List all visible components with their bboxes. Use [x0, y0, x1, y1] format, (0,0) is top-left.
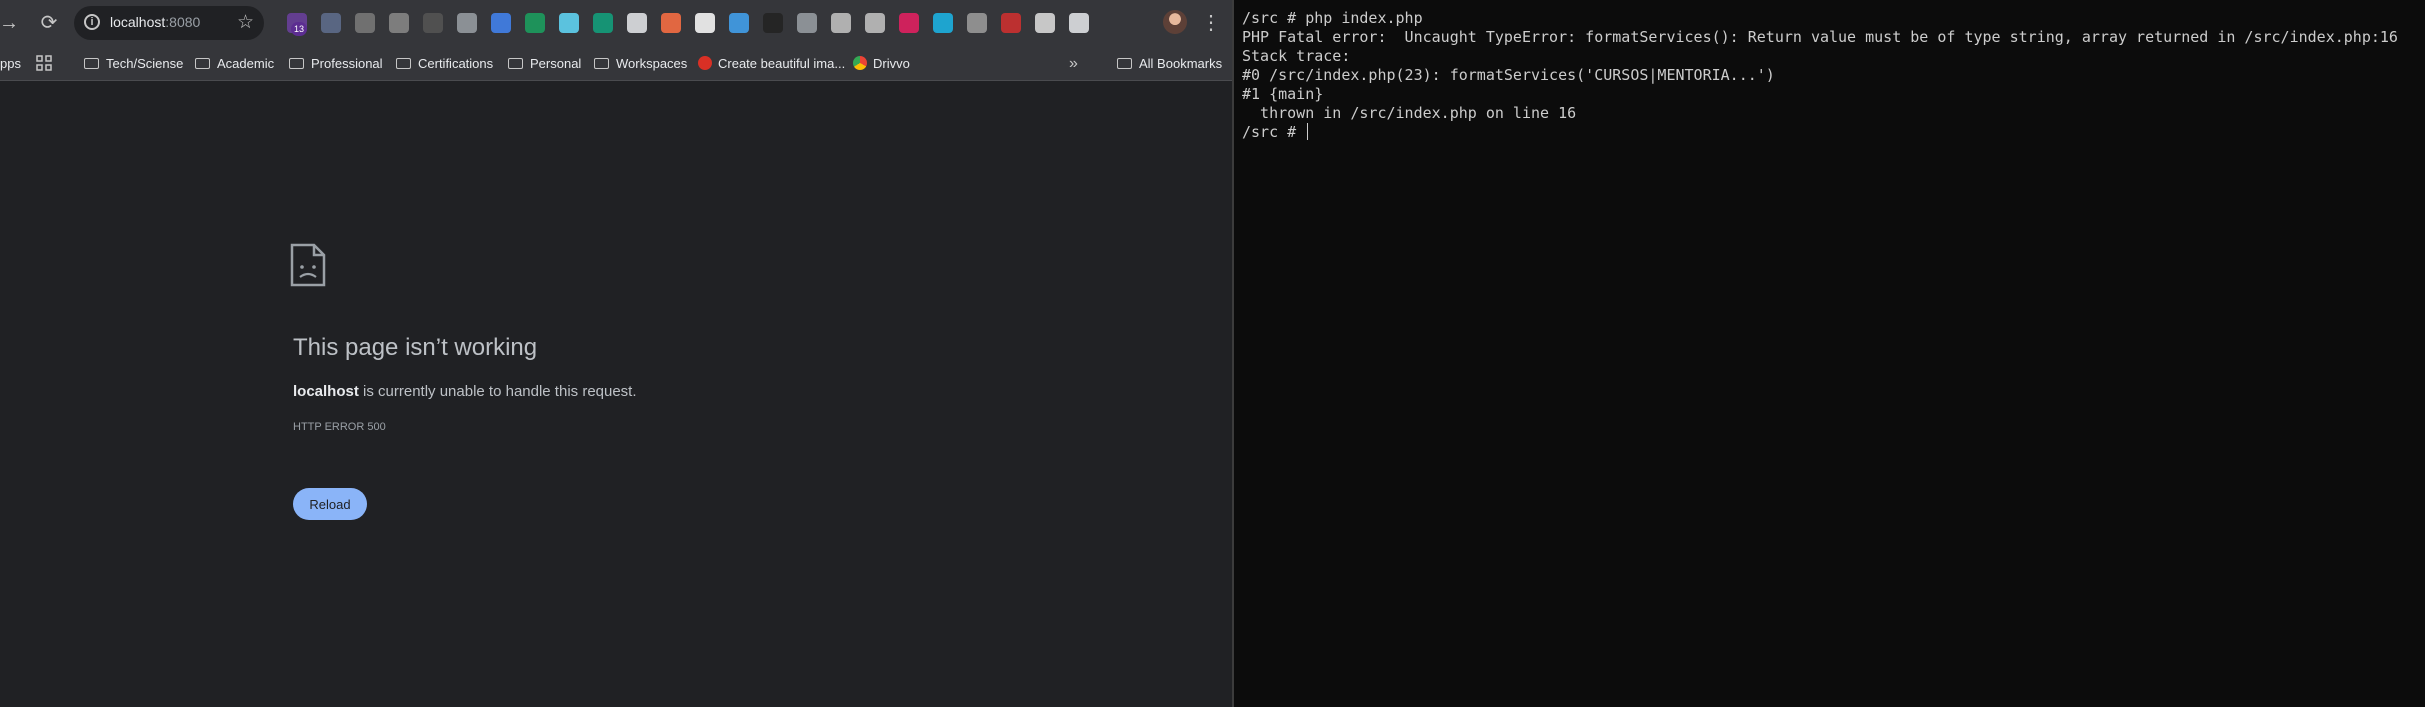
vimeo-extension-icon[interactable] — [933, 13, 953, 33]
folder-icon — [508, 58, 523, 69]
camera-extension-icon[interactable] — [389, 13, 409, 33]
bookmark-drivvo[interactable]: Drivvo — [853, 54, 910, 74]
translate-extension-icon[interactable] — [491, 13, 511, 33]
bookmark-folder-certifications[interactable]: Certifications — [396, 54, 493, 74]
vue-extension-icon[interactable] — [831, 13, 851, 33]
robot-extension-icon[interactable] — [321, 13, 341, 33]
folder-icon — [84, 58, 99, 69]
error-message: is currently unable to handle this reque… — [358, 383, 637, 400]
bookmark-label: Create beautiful ima... — [718, 56, 846, 71]
terminal-output: /src # php index.php PHP Fatal error: Unc… — [1242, 9, 2398, 142]
url-port: :8080 — [165, 14, 201, 30]
fire-extension-icon[interactable] — [661, 13, 681, 33]
reload-button[interactable]: Reload — [293, 488, 367, 520]
address-bar[interactable]: i localhost:8080 ☆ — [74, 6, 264, 40]
refresh-icon[interactable]: ⟳ — [36, 10, 62, 36]
js-extension-icon[interactable] — [525, 13, 545, 33]
bookmark-label: Professional — [311, 56, 383, 71]
browser-toolbar: → ⟳ i localhost:8080 ☆ 13 ⋮ — [0, 0, 1232, 46]
pdf-extension-icon[interactable] — [1001, 13, 1021, 33]
folder-icon — [396, 58, 411, 69]
menu-kebab-icon[interactable]: ⋮ — [1201, 10, 1221, 36]
chatgpt-extension-icon[interactable] — [593, 13, 613, 33]
sad-page-icon — [290, 243, 326, 287]
folder-icon — [289, 58, 304, 69]
error-code: HTTP ERROR 500 — [293, 421, 386, 433]
bookmark-label: Tech/Sciense — [106, 56, 184, 71]
bookmark-label: Certifications — [418, 56, 494, 71]
url-text[interactable]: localhost:8080 — [110, 14, 200, 30]
profile-avatar[interactable] — [1163, 10, 1187, 34]
folder-icon — [594, 58, 609, 69]
react-extension-icon[interactable] — [559, 13, 579, 33]
terminal-line: /src # php index.php — [1242, 9, 1423, 27]
terminal-line: #1 {main} — [1242, 85, 1324, 103]
site-icon — [698, 56, 712, 70]
apps-grid-icon[interactable] — [36, 54, 52, 74]
target-extension-icon[interactable] — [865, 13, 885, 33]
folder-icon — [195, 58, 210, 69]
terminal-line: Stack trace: — [1242, 47, 1351, 65]
more-bookmarks-chevron-icon[interactable]: » — [1069, 54, 1078, 74]
c-extension-icon[interactable] — [457, 13, 477, 33]
browser-window: → ⟳ i localhost:8080 ☆ 13 ⋮ pps Tech/Sci… — [0, 0, 1232, 707]
site-info-icon[interactable]: i — [84, 14, 100, 30]
circle-extension-icon[interactable] — [423, 13, 443, 33]
qr-extension-icon[interactable] — [967, 13, 987, 33]
bookmark-label: Workspaces — [616, 56, 688, 71]
terminal-prompt-line[interactable]: /src # — [1242, 123, 2398, 142]
error-description: localhost is currently unable to handle … — [293, 383, 637, 400]
bookmark-create-images[interactable]: Create beautiful ima... — [698, 54, 845, 74]
all-bookmarks[interactable]: All Bookmarks — [1117, 54, 1222, 74]
settings-extension-icon[interactable] — [797, 13, 817, 33]
bookmark-label: Personal — [530, 56, 582, 71]
puzzle-extension-icon[interactable] — [1069, 13, 1089, 33]
bookmark-star-icon[interactable]: ☆ — [237, 11, 254, 34]
bookmark-folder-workspaces[interactable]: Workspaces — [594, 54, 687, 74]
bookmark-label: Academic — [217, 56, 275, 71]
url-host: localhost — [110, 14, 166, 30]
heart-extension-icon[interactable] — [899, 13, 919, 33]
cat-extension-icon[interactable] — [1035, 13, 1055, 33]
bookmarks-bar: pps Tech/Sciense Academic Professional C… — [0, 46, 1232, 81]
folder-icon — [1117, 58, 1132, 69]
forward-arrow-icon[interactable]: → — [0, 10, 22, 36]
error-host: localhost — [293, 383, 359, 400]
apps-label[interactable]: pps — [0, 54, 21, 74]
terminal-line: thrown in /src/index.php on line 16 — [1242, 104, 1577, 122]
hat-extension-icon[interactable] — [763, 13, 783, 33]
terminal-line: #0 /src/index.php(23): formatServices('C… — [1242, 66, 1775, 84]
terminal-window[interactable]: /src # php index.php PHP Fatal error: Unc… — [1234, 0, 2425, 707]
bookmark-folder-professional[interactable]: Professional — [289, 54, 383, 74]
screenshot-extension-icon[interactable] — [627, 13, 647, 33]
bookmark-folder-personal[interactable]: Personal — [508, 54, 581, 74]
bookmark-label: All Bookmarks — [1139, 56, 1223, 71]
terminal-line: PHP Fatal error: Uncaught TypeError: for… — [1242, 28, 2398, 46]
headset-extension-icon[interactable] — [695, 13, 715, 33]
error-title: This page isn’t working — [293, 334, 538, 361]
terminal-cursor — [1307, 123, 1309, 140]
bookmark-folder-academic[interactable]: Academic — [195, 54, 274, 74]
bookmark-label: Drivvo — [873, 56, 910, 71]
extension-badge: 13 — [291, 22, 307, 36]
bookmark-folder-tech[interactable]: Tech/Sciense — [84, 54, 183, 74]
chrome-icon — [853, 56, 867, 70]
terminal-prompt: /src # — [1242, 123, 1306, 141]
reader-extension-icon[interactable] — [355, 13, 375, 33]
wave-extension-icon[interactable] — [729, 13, 749, 33]
